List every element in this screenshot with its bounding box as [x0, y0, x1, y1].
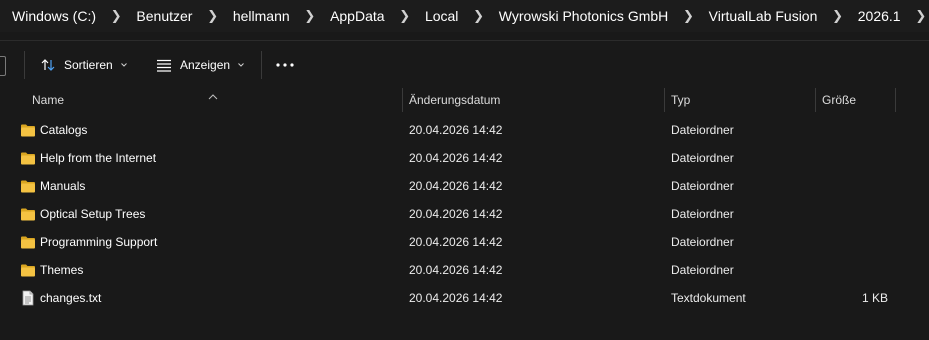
list-item[interactable]: Themes 20.04.2026 14:42 Dateiordner	[0, 256, 929, 284]
file-name: Optical Setup Trees	[40, 207, 146, 221]
breadcrumb-item-appdata[interactable]: AppData	[318, 0, 384, 32]
file-name: Catalogs	[40, 123, 88, 137]
file-list: Catalogs 20.04.2026 14:42 Dateiordner He…	[0, 116, 929, 312]
file-name: Help from the Internet	[40, 151, 157, 165]
more-options-button[interactable]	[276, 53, 294, 77]
folder-icon	[20, 262, 36, 278]
chevron-right-icon[interactable]: ❯	[290, 8, 318, 24]
view-label: Anzeigen	[180, 58, 231, 72]
chevron-right-icon[interactable]: ❯	[817, 8, 845, 24]
column-resize-handle[interactable]	[815, 88, 816, 112]
file-name: Manuals	[40, 179, 86, 193]
file-type: Dateiordner	[671, 263, 734, 277]
chevron-right-icon[interactable]: ❯	[96, 8, 124, 24]
file-date: 20.04.2026 14:42	[409, 151, 503, 165]
sort-arrows-icon	[40, 57, 56, 73]
chevron-right-icon[interactable]: ❯	[385, 8, 413, 24]
column-header-size[interactable]: Größe	[822, 88, 856, 112]
folder-icon	[20, 122, 36, 138]
column-resize-handle[interactable]	[402, 88, 403, 112]
file-name: Programming Support	[40, 235, 158, 249]
file-date: 20.04.2026 14:42	[409, 207, 503, 221]
chevron-right-icon[interactable]: ❯	[192, 8, 220, 24]
chevron-right-icon[interactable]: ❯	[458, 8, 486, 24]
view-button[interactable]: Anzeigen	[156, 53, 245, 77]
breadcrumb-item-user[interactable]: hellmann	[221, 0, 290, 32]
file-type: Textdokument	[671, 291, 746, 305]
breadcrumb-item-company[interactable]: Wyrowski Photonics GmbH	[487, 0, 668, 32]
file-size: 1 KB	[861, 291, 888, 305]
list-item[interactable]: Programming Support 20.04.2026 14:42 Dat…	[0, 228, 929, 256]
sort-button[interactable]: Sortieren	[40, 53, 128, 77]
truncated-button-edge[interactable]	[0, 56, 6, 76]
folder-icon	[20, 234, 36, 250]
folder-icon	[20, 150, 36, 166]
toolbar-divider	[24, 51, 25, 79]
chevron-right-icon[interactable]: ❯	[901, 8, 929, 24]
folder-icon	[20, 206, 36, 222]
file-date: 20.04.2026 14:42	[409, 235, 503, 249]
breadcrumb-item-local[interactable]: Local	[413, 0, 458, 32]
file-type: Dateiordner	[671, 151, 734, 165]
folder-icon	[20, 178, 36, 194]
file-date: 20.04.2026 14:42	[409, 263, 503, 277]
breadcrumb: Windows (C:) ❯ Benutzer ❯ hellmann ❯ App…	[0, 0, 929, 32]
breadcrumb-item-users[interactable]: Benutzer	[124, 0, 192, 32]
list-item[interactable]: Manuals 20.04.2026 14:42 Dateiordner	[0, 172, 929, 200]
list-item[interactable]: changes.txt 20.04.2026 14:42 Textdokumen…	[0, 284, 929, 312]
file-type: Dateiordner	[671, 179, 734, 193]
list-item[interactable]: Optical Setup Trees 20.04.2026 14:42 Dat…	[0, 200, 929, 228]
chevron-right-icon[interactable]: ❯	[668, 8, 696, 24]
view-lines-icon	[156, 57, 172, 73]
column-resize-handle[interactable]	[895, 88, 896, 112]
toolbar-divider	[261, 51, 262, 79]
breadcrumb-item-product[interactable]: VirtualLab Fusion	[697, 0, 818, 32]
breadcrumb-item-drive[interactable]: Windows (C:)	[0, 0, 96, 32]
command-bar: Sortieren Anzeigen	[0, 40, 929, 89]
sort-label: Sortieren	[64, 58, 113, 72]
chevron-down-icon	[237, 61, 245, 69]
file-type: Dateiordner	[671, 123, 734, 137]
file-date: 20.04.2026 14:42	[409, 123, 503, 137]
column-header-type[interactable]: Typ	[671, 88, 690, 112]
column-header-row: Name Änderungsdatum Typ Größe	[0, 88, 929, 112]
file-type: Dateiordner	[671, 235, 734, 249]
breadcrumb-item-version[interactable]: 2026.1	[846, 0, 901, 32]
text-file-icon	[20, 290, 36, 306]
column-header-name[interactable]: Name	[32, 88, 64, 112]
list-item[interactable]: Help from the Internet 20.04.2026 14:42 …	[0, 144, 929, 172]
file-name: changes.txt	[40, 291, 102, 305]
file-date: 20.04.2026 14:42	[409, 179, 503, 193]
file-name: Themes	[40, 263, 84, 277]
file-date: 20.04.2026 14:42	[409, 291, 503, 305]
more-ellipsis-icon	[276, 62, 294, 68]
column-resize-handle[interactable]	[664, 88, 665, 112]
list-item[interactable]: Catalogs 20.04.2026 14:42 Dateiordner	[0, 116, 929, 144]
chevron-down-icon	[120, 61, 128, 69]
file-type: Dateiordner	[671, 207, 734, 221]
column-header-date[interactable]: Änderungsdatum	[409, 88, 500, 112]
